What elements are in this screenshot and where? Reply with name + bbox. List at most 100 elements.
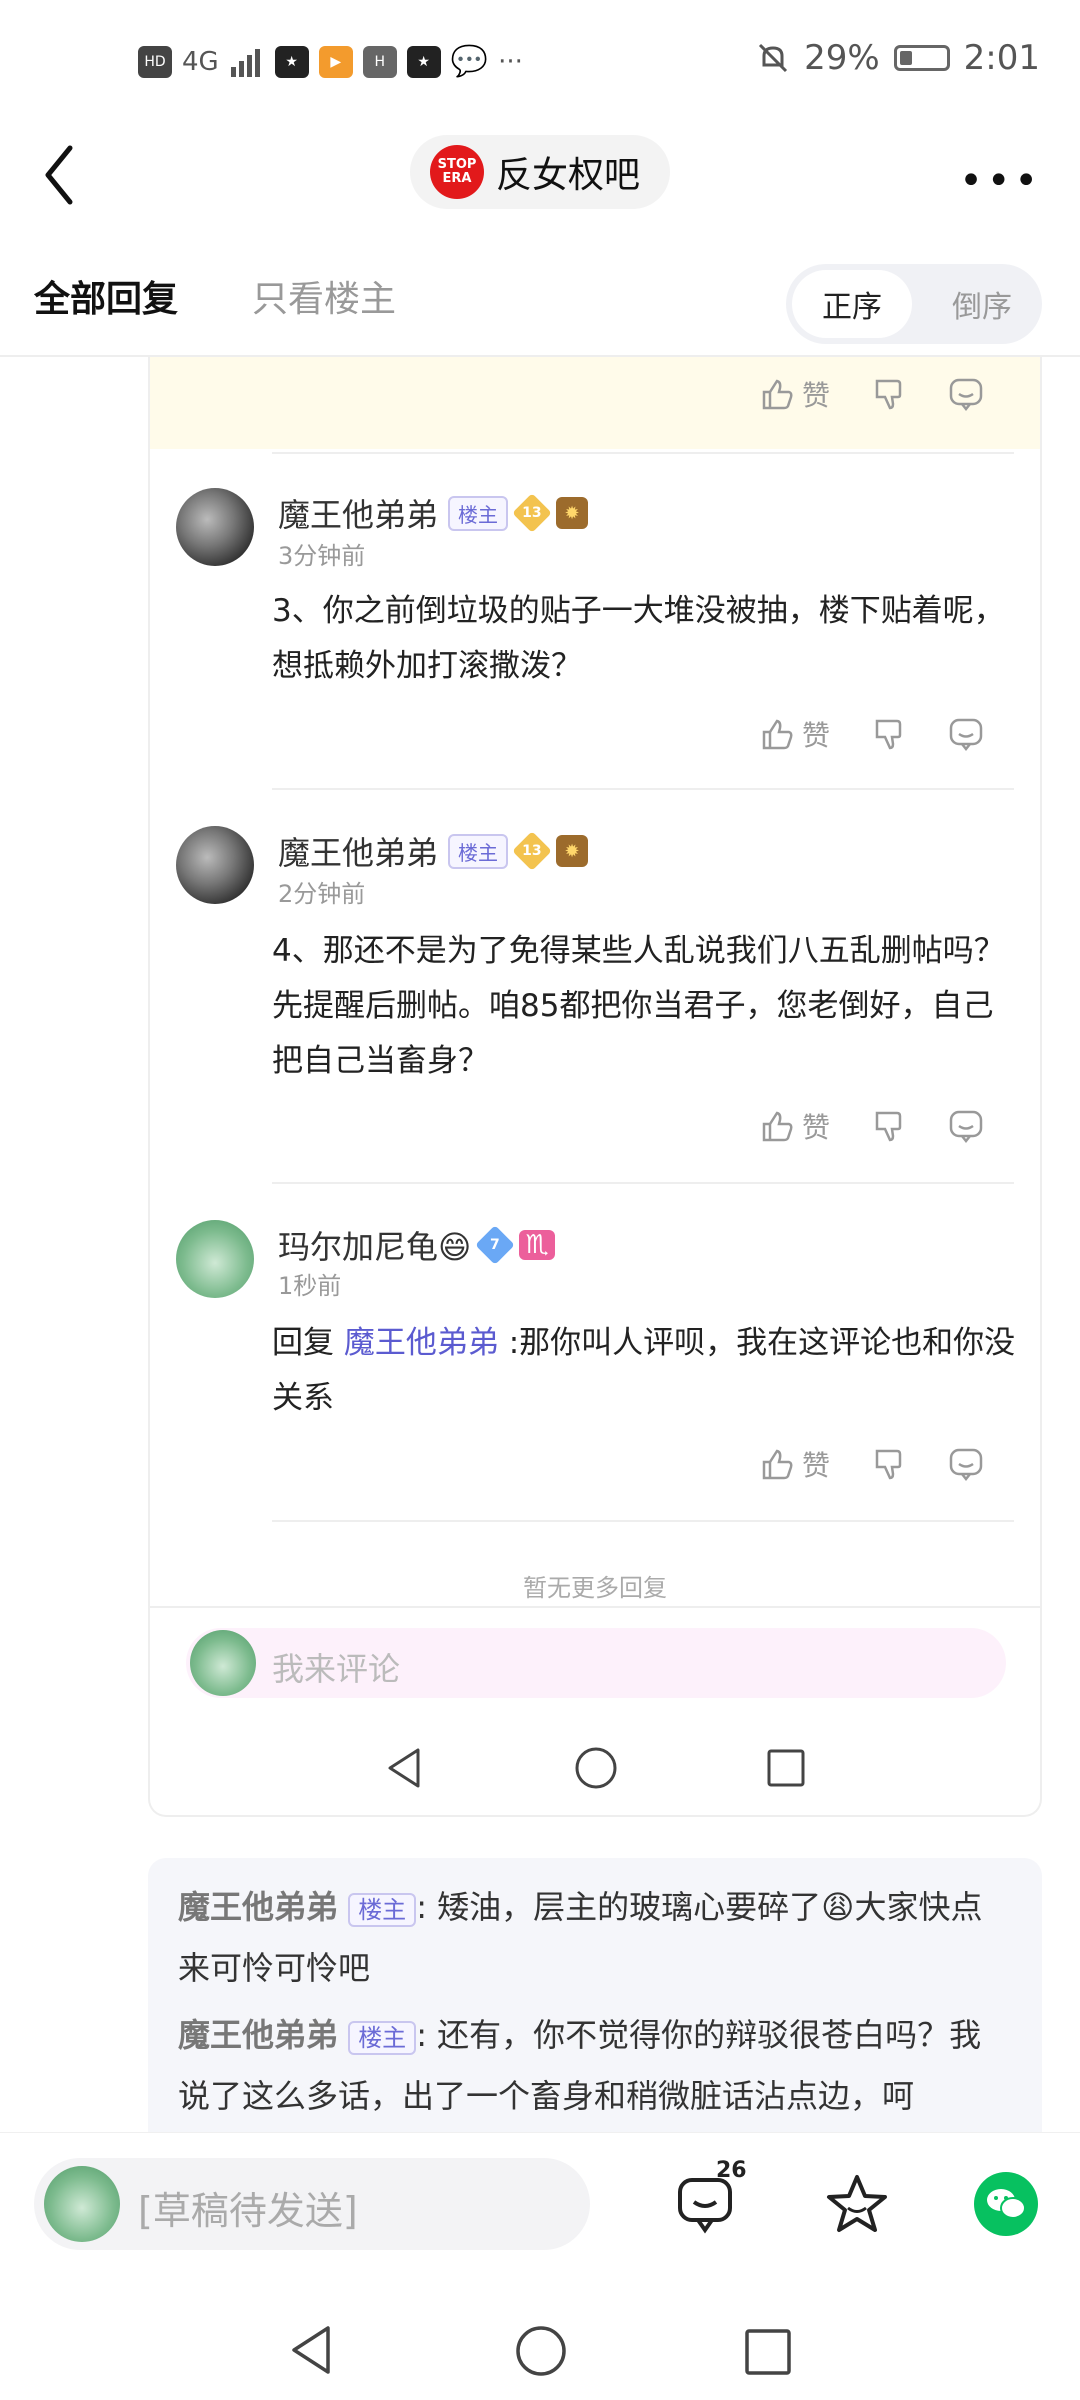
logo-text-top: STOP — [437, 157, 477, 172]
more-status-icon: ··· — [498, 46, 523, 77]
like-label: 赞 — [802, 719, 831, 752]
thumb-down-icon[interactable] — [872, 1109, 906, 1143]
preview-sep: : — [416, 2016, 427, 2054]
level-badge-icon: 13 — [512, 493, 552, 533]
reply-content: 3、你之前倒垃圾的贴子一大堆没被抽，楼下贴着呢，想抵赖外加打滚撒泼？ — [272, 593, 1005, 684]
like-label: 赞 — [802, 1449, 831, 1482]
no-more-replies: 暂无更多回复 — [523, 1574, 667, 1602]
username[interactable]: 玛尔加尼龟😄 — [278, 1222, 471, 1268]
owner-badge: 楼主 — [448, 495, 509, 531]
user-avatar[interactable] — [176, 826, 254, 904]
reply-divider — [272, 452, 1014, 454]
level-badge-icon: 13 — [512, 831, 552, 871]
app-notification-icon: ★ — [274, 45, 309, 78]
level-number: 13 — [522, 842, 542, 859]
panel-back-icon[interactable] — [384, 1746, 424, 1790]
reply-prefix: 回复 — [272, 1325, 334, 1361]
reply-actions: 赞 — [760, 1444, 984, 1484]
level-number: 13 — [522, 504, 542, 521]
app-notification-icon-2: ★ — [406, 45, 441, 78]
status-icons-right: 29% 2:01 — [756, 38, 1040, 78]
panel-recent-icon[interactable] — [766, 1748, 806, 1788]
back-arrow-icon[interactable] — [40, 140, 80, 210]
thumb-up-icon — [762, 1449, 793, 1480]
reply-header: 魔王他弟弟 楼主 13 ✹ — [278, 490, 589, 536]
wechat-glyph-icon — [987, 2189, 1026, 2219]
comment-placeholder: 我来评论 — [272, 1650, 401, 1688]
preview-username[interactable]: 魔王他弟弟 — [178, 2016, 338, 2054]
system-home-icon[interactable] — [514, 2324, 568, 2378]
reply-actions: 赞 — [760, 1106, 984, 1146]
panel-divider — [150, 1606, 1040, 1608]
user-avatar[interactable] — [176, 1220, 254, 1298]
more-options-icon[interactable]: ••• — [959, 158, 1042, 204]
reply-divider — [272, 1520, 1014, 1522]
tab-all-replies[interactable]: 全部回复 — [34, 270, 178, 322]
reply-actions: 赞 — [760, 714, 984, 754]
mention-link[interactable]: 魔王他弟弟 — [344, 1325, 499, 1361]
sort-ascending-button[interactable]: 正序 — [792, 270, 912, 338]
system-back-icon[interactable] — [288, 2324, 334, 2376]
reply-time: 3分钟前 — [278, 542, 366, 570]
forum-name: 反女权吧 — [496, 155, 641, 196]
owner-badge: 楼主 — [348, 2021, 417, 2055]
thumb-up-icon — [762, 379, 793, 410]
like-button[interactable]: 赞 — [760, 1444, 830, 1484]
like-label: 赞 — [802, 379, 831, 412]
reply-content: 4、那还不是为了免得某些人乱说我们八五乱删帖吗？先提醒后删帖。咱85都把你当君子… — [272, 933, 1005, 1079]
reply-bubble-icon[interactable] — [948, 377, 984, 411]
tab-owner-only[interactable]: 只看楼主 — [252, 270, 396, 322]
favorite-star-icon[interactable] — [824, 2172, 890, 2238]
reply-bubble-icon[interactable] — [948, 717, 984, 751]
comment-count: 26 — [716, 2158, 747, 2183]
thumb-up-icon — [762, 719, 793, 750]
preview-username[interactable]: 魔王他弟弟 — [178, 1888, 338, 1926]
wechat-share-icon[interactable] — [974, 2172, 1038, 2236]
reply-content: 回复 魔王他弟弟 :那你叫人评呗，我在这评论也和你没关系 — [272, 1316, 1022, 1426]
hd-icon: HD — [138, 45, 172, 78]
reply-time: 2分钟前 — [278, 880, 366, 908]
preview-line: 魔王他弟弟 楼主: 还有，你不觉得你的辩驳很苍白吗？我说了这么多话，出了一个畜身… — [178, 2006, 1008, 2125]
preview-sep: : — [416, 1888, 427, 1926]
network-label: 4G — [182, 46, 219, 77]
system-recent-apps-icon[interactable] — [744, 2328, 792, 2376]
username[interactable]: 魔王他弟弟 — [278, 828, 438, 874]
reply-actions: 赞 — [760, 374, 984, 414]
status-icons-left: HD 4G ★ ▶ H ★ 💬 ··· — [138, 44, 523, 79]
status-bar: HD 4G ★ ▶ H ★ 💬 ··· 29% 2:01 — [0, 0, 1080, 130]
panel-home-icon[interactable] — [574, 1746, 618, 1790]
like-button[interactable]: 赞 — [760, 714, 830, 754]
reply-header: 玛尔加尼龟😄 7 ♏ — [278, 1222, 555, 1268]
reply-divider — [272, 1182, 1014, 1184]
stop-era-logo: STOP ERA — [430, 145, 484, 199]
owner-badge: 楼主 — [348, 1893, 417, 1927]
reply-bubble-icon[interactable] — [948, 1447, 984, 1481]
owner-badge: 楼主 — [448, 833, 509, 869]
thumb-down-icon[interactable] — [872, 1447, 906, 1481]
level-number: 7 — [490, 1237, 501, 1253]
wechat-status-icon: 💬 — [450, 44, 489, 79]
user-avatar[interactable] — [176, 488, 254, 566]
sort-toggle: 正序 倒序 — [786, 264, 1042, 344]
reply-bubble-icon[interactable] — [948, 1109, 984, 1143]
sort-descending-button[interactable]: 倒序 — [932, 270, 1032, 338]
username[interactable]: 魔王他弟弟 — [278, 490, 438, 536]
thumb-up-icon — [762, 1111, 793, 1142]
thumb-down-icon[interactable] — [872, 377, 906, 411]
zodiac-badge-icon: ♏ — [519, 1230, 555, 1260]
level-badge-icon: 7 — [475, 1225, 516, 1265]
like-button[interactable]: 赞 — [760, 1106, 830, 1146]
preview-line: 魔王他弟弟 楼主: 矮油，层主的玻璃心要碎了😩大家快点来可怜可怜吧 — [178, 1878, 1008, 1997]
clock: 2:01 — [963, 38, 1040, 78]
forum-title-pill[interactable]: STOP ERA 反女权吧 — [410, 135, 670, 209]
reply-header: 魔王他弟弟 楼主 13 ✹ — [278, 828, 589, 874]
thumb-down-icon[interactable] — [872, 717, 906, 751]
mute-bell-icon — [759, 43, 788, 73]
battery-icon — [893, 45, 950, 71]
medal-icon: ✹ — [556, 835, 589, 867]
reply-divider — [272, 788, 1014, 790]
like-button[interactable]: 赞 — [760, 374, 830, 414]
like-label: 赞 — [802, 1111, 831, 1144]
battery-fill — [899, 51, 913, 65]
my-avatar — [190, 1630, 256, 1696]
